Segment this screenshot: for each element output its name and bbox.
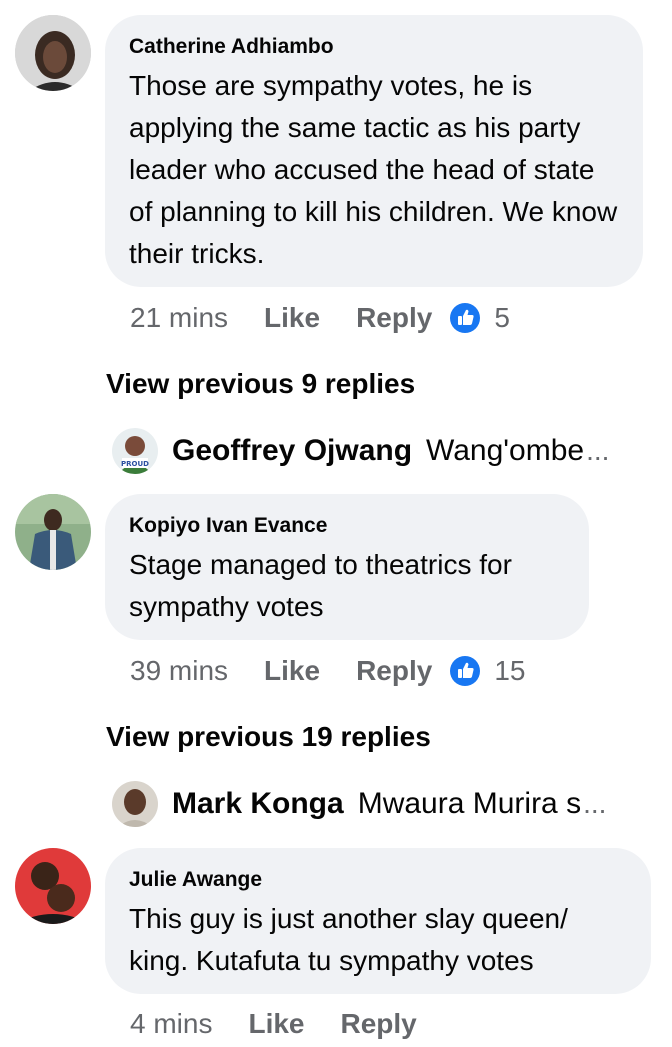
like-thumb-icon[interactable] — [450, 656, 481, 686]
reply-author[interactable]: Mark Konga — [172, 787, 344, 821]
comment-text: This guy is just another slay queen/ kin… — [129, 903, 568, 976]
comment-time[interactable]: 4 mins — [130, 1008, 212, 1040]
comment-author[interactable]: Catherine Adhiambo — [129, 35, 619, 59]
latest-reply-preview[interactable]: PROUD Geoffrey Ojwang Wang'ombe ... — [112, 428, 609, 474]
comment-actions: 39 mins Like Reply 15 — [130, 655, 525, 687]
avatar[interactable] — [15, 848, 91, 924]
view-previous-replies[interactable]: View previous 19 replies — [106, 721, 431, 753]
comment-bubble: Julie Awange This guy is just another sl… — [105, 848, 651, 994]
comment-time[interactable]: 39 mins — [130, 655, 228, 687]
svg-text:PROUD: PROUD — [121, 460, 149, 468]
avatar[interactable] — [15, 494, 91, 570]
reply-button[interactable]: Reply — [356, 655, 432, 687]
comment-actions: 21 mins Like Reply 5 — [130, 302, 510, 334]
comment-text: Those are sympathy votes, he is applying… — [129, 70, 618, 269]
reply-button[interactable]: Reply — [356, 302, 432, 334]
comment-author[interactable]: Kopiyo Ivan Evance — [129, 514, 565, 538]
reply-text: Wang'ombe — [426, 434, 585, 467]
reaction-count: 15 — [494, 655, 526, 686]
comment-time[interactable]: 21 mins — [130, 302, 228, 334]
comment-actions: 4 mins Like Reply — [130, 1008, 435, 1040]
like-button[interactable]: Like — [264, 302, 320, 334]
avatar — [112, 781, 158, 827]
view-previous-replies[interactable]: View previous 9 replies — [106, 368, 415, 400]
reply-ellipsis: ... — [586, 435, 610, 466]
comment-author[interactable]: Julie Awange — [129, 868, 627, 892]
like-button[interactable]: Like — [264, 655, 320, 687]
reply-author[interactable]: Geoffrey Ojwang — [172, 434, 412, 468]
latest-reply-preview[interactable]: Mark Konga Mwaura Murira s ... — [112, 781, 606, 827]
comment-bubble: Catherine Adhiambo Those are sympathy vo… — [105, 15, 643, 287]
reply-ellipsis: ... — [583, 788, 607, 819]
avatar[interactable] — [15, 15, 91, 91]
reply-button[interactable]: Reply — [341, 1008, 417, 1040]
comment-text: Stage managed to theatrics for sympathy … — [129, 549, 512, 622]
avatar: PROUD — [112, 428, 158, 474]
comment-bubble: Kopiyo Ivan Evance Stage managed to thea… — [105, 494, 589, 640]
reaction-count: 5 — [494, 302, 510, 333]
like-button[interactable]: Like — [248, 1008, 304, 1040]
reply-text: Mwaura Murira s — [357, 787, 582, 820]
like-thumb-icon[interactable] — [450, 303, 481, 333]
